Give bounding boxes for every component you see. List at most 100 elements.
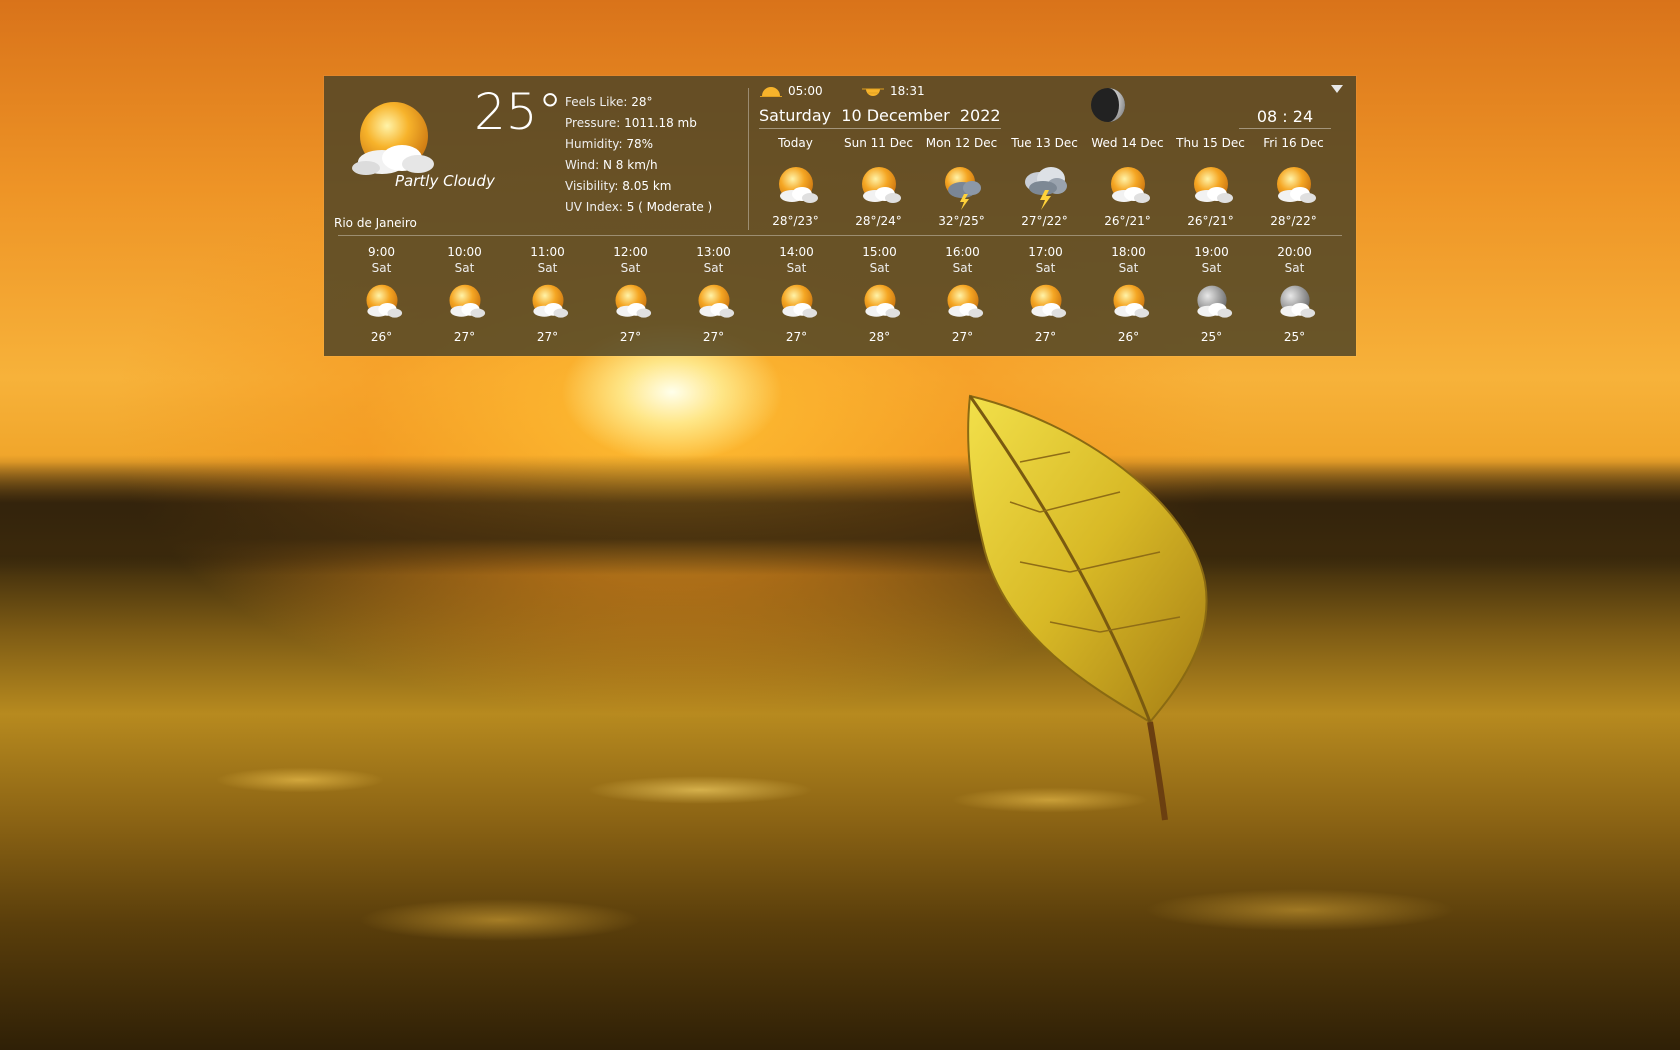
partly-cloudy-icon xyxy=(691,282,737,324)
hour-day: Sat xyxy=(620,261,641,275)
partly-cloudy-icon xyxy=(940,282,986,324)
hour-temp: 27° xyxy=(951,330,974,344)
hour-forecast[interactable]: 11:00 Sat 27° xyxy=(506,244,589,344)
hour-forecast[interactable]: 14:00 Sat 27° xyxy=(755,244,838,344)
hour-day: Sat xyxy=(537,261,558,275)
partly-cloudy-icon xyxy=(855,164,903,210)
hour-forecast[interactable]: 17:00 Sat 27° xyxy=(1004,244,1087,344)
hour-temp: 28° xyxy=(868,330,891,344)
day-temp-range: 26°/21° xyxy=(1187,214,1234,228)
hour-temp: 27° xyxy=(453,330,476,344)
detail-humidity: Humidity: 78% xyxy=(565,137,654,151)
moon-cloudy-icon xyxy=(1272,282,1318,324)
hour-time: 20:00 xyxy=(1277,245,1312,259)
hour-day: Sat xyxy=(1035,261,1056,275)
sunrise: 05:00 xyxy=(760,84,823,98)
day-temp-range: 26°/21° xyxy=(1104,214,1151,228)
hour-day: Sat xyxy=(1284,261,1305,275)
hour-day: Sat xyxy=(454,261,475,275)
partly-cloudy-icon xyxy=(344,100,440,180)
detail-wind: Wind: N 8 km/h xyxy=(565,158,658,172)
partly-cloudy-icon xyxy=(772,164,820,210)
hour-time: 11:00 xyxy=(530,245,565,259)
hour-temp: 27° xyxy=(1034,330,1057,344)
hour-forecast[interactable]: 9:00 Sat 26° xyxy=(340,244,423,344)
hour-day: Sat xyxy=(1118,261,1139,275)
day-name: Today xyxy=(778,136,813,150)
location-name[interactable]: Rio de Janeiro xyxy=(334,216,417,230)
hour-day: Sat xyxy=(371,261,392,275)
day-forecast[interactable]: Tue 13 Dec 27°/22° xyxy=(1003,136,1086,228)
hour-time: 10:00 xyxy=(447,245,482,259)
day-name: Tue 13 Dec xyxy=(1011,136,1078,150)
hour-day: Sat xyxy=(703,261,724,275)
hour-forecast[interactable]: 16:00 Sat 27° xyxy=(921,244,1004,344)
day-name: Mon 12 Dec xyxy=(925,136,998,150)
hour-forecast[interactable]: 18:00 Sat 26° xyxy=(1087,244,1170,344)
day-forecast[interactable]: Mon 12 Dec 32°/25° xyxy=(920,136,1003,228)
day-forecast[interactable]: Today 28°/23° xyxy=(754,136,837,228)
detail-pressure: Pressure: 1011.18 mb xyxy=(565,116,697,130)
hour-day: Sat xyxy=(1201,261,1222,275)
hour-temp: 25° xyxy=(1200,330,1223,344)
partly-cloudy-icon xyxy=(608,282,654,324)
hour-forecast[interactable]: 12:00 Sat 27° xyxy=(589,244,672,344)
partly-cloudy-icon xyxy=(1270,164,1318,210)
menu-dropdown-icon[interactable] xyxy=(1330,84,1344,94)
hour-temp: 27° xyxy=(785,330,808,344)
partly-cloudy-icon xyxy=(1187,164,1235,210)
day-temp-range: 28°/24° xyxy=(855,214,902,228)
hour-day: Sat xyxy=(869,261,890,275)
day-name: Sun 11 Dec xyxy=(844,136,913,150)
horizontal-divider xyxy=(338,235,1342,236)
background-leaf xyxy=(960,392,1220,822)
detail-feels-like: Feels Like: 28° xyxy=(565,95,653,109)
hour-forecast[interactable]: 19:00 Sat 25° xyxy=(1170,244,1253,344)
hour-time: 9:00 xyxy=(368,245,395,259)
day-forecast[interactable]: Thu 15 Dec 26°/21° xyxy=(1169,136,1252,228)
day-name: Wed 14 Dec xyxy=(1091,136,1164,150)
day-temp-range: 27°/22° xyxy=(1021,214,1068,228)
day-forecast[interactable]: Wed 14 Dec 26°/21° xyxy=(1086,136,1169,228)
hour-time: 18:00 xyxy=(1111,245,1146,259)
hour-temp: 26° xyxy=(370,330,393,344)
partly-cloudy-icon xyxy=(1023,282,1069,324)
current-details: Feels Like: 28° Pressure: 1011.18 mb Hum… xyxy=(565,92,712,218)
day-forecast[interactable]: Fri 16 Dec 28°/22° xyxy=(1252,136,1335,228)
hour-time: 16:00 xyxy=(945,245,980,259)
partly-cloudy-icon xyxy=(525,282,571,324)
partly-cloudy-icon xyxy=(1106,282,1152,324)
day-name: Fri 16 Dec xyxy=(1263,136,1324,150)
sunset: 18:31 xyxy=(862,84,925,98)
partly-cloudy-icon xyxy=(442,282,488,324)
day-temp-range: 32°/25° xyxy=(938,214,985,228)
background-water-drops xyxy=(0,720,1680,1050)
thunderstorm-sun-icon xyxy=(938,164,986,210)
vertical-divider xyxy=(748,88,749,230)
hour-temp: 25° xyxy=(1283,330,1306,344)
hour-time: 14:00 xyxy=(779,245,814,259)
hour-temp: 27° xyxy=(619,330,642,344)
hour-forecast[interactable]: 13:00 Sat 27° xyxy=(672,244,755,344)
daily-forecast: Today 28°/23° Sun 11 Dec 28°/24° Mon 12 Dec 3… xyxy=(754,136,1335,228)
hour-day: Sat xyxy=(786,261,807,275)
partly-cloudy-icon xyxy=(1104,164,1152,210)
day-name: Thu 15 Dec xyxy=(1176,136,1245,150)
moon-phase-icon xyxy=(1090,86,1126,124)
current-date: Saturday 10 December 2022 xyxy=(759,106,1001,129)
weather-widget: 25° Partly Cloudy Rio de Janeiro Feels L… xyxy=(324,76,1356,356)
hour-time: 15:00 xyxy=(862,245,897,259)
current-condition: Partly Cloudy xyxy=(395,172,495,190)
day-forecast[interactable]: Sun 11 Dec 28°/24° xyxy=(837,136,920,228)
day-temp-range: 28°/23° xyxy=(772,214,819,228)
sunrise-icon xyxy=(760,85,782,97)
hour-forecast[interactable]: 15:00 Sat 28° xyxy=(838,244,921,344)
hour-temp: 26° xyxy=(1117,330,1140,344)
clock-time: 08 : 24 xyxy=(1239,107,1331,129)
hour-temp: 27° xyxy=(702,330,725,344)
day-temp-range: 28°/22° xyxy=(1270,214,1317,228)
hour-time: 12:00 xyxy=(613,245,648,259)
thunderstorm-icon xyxy=(1021,164,1069,210)
hour-forecast[interactable]: 20:00 Sat 25° xyxy=(1253,244,1336,344)
hour-forecast[interactable]: 10:00 Sat 27° xyxy=(423,244,506,344)
